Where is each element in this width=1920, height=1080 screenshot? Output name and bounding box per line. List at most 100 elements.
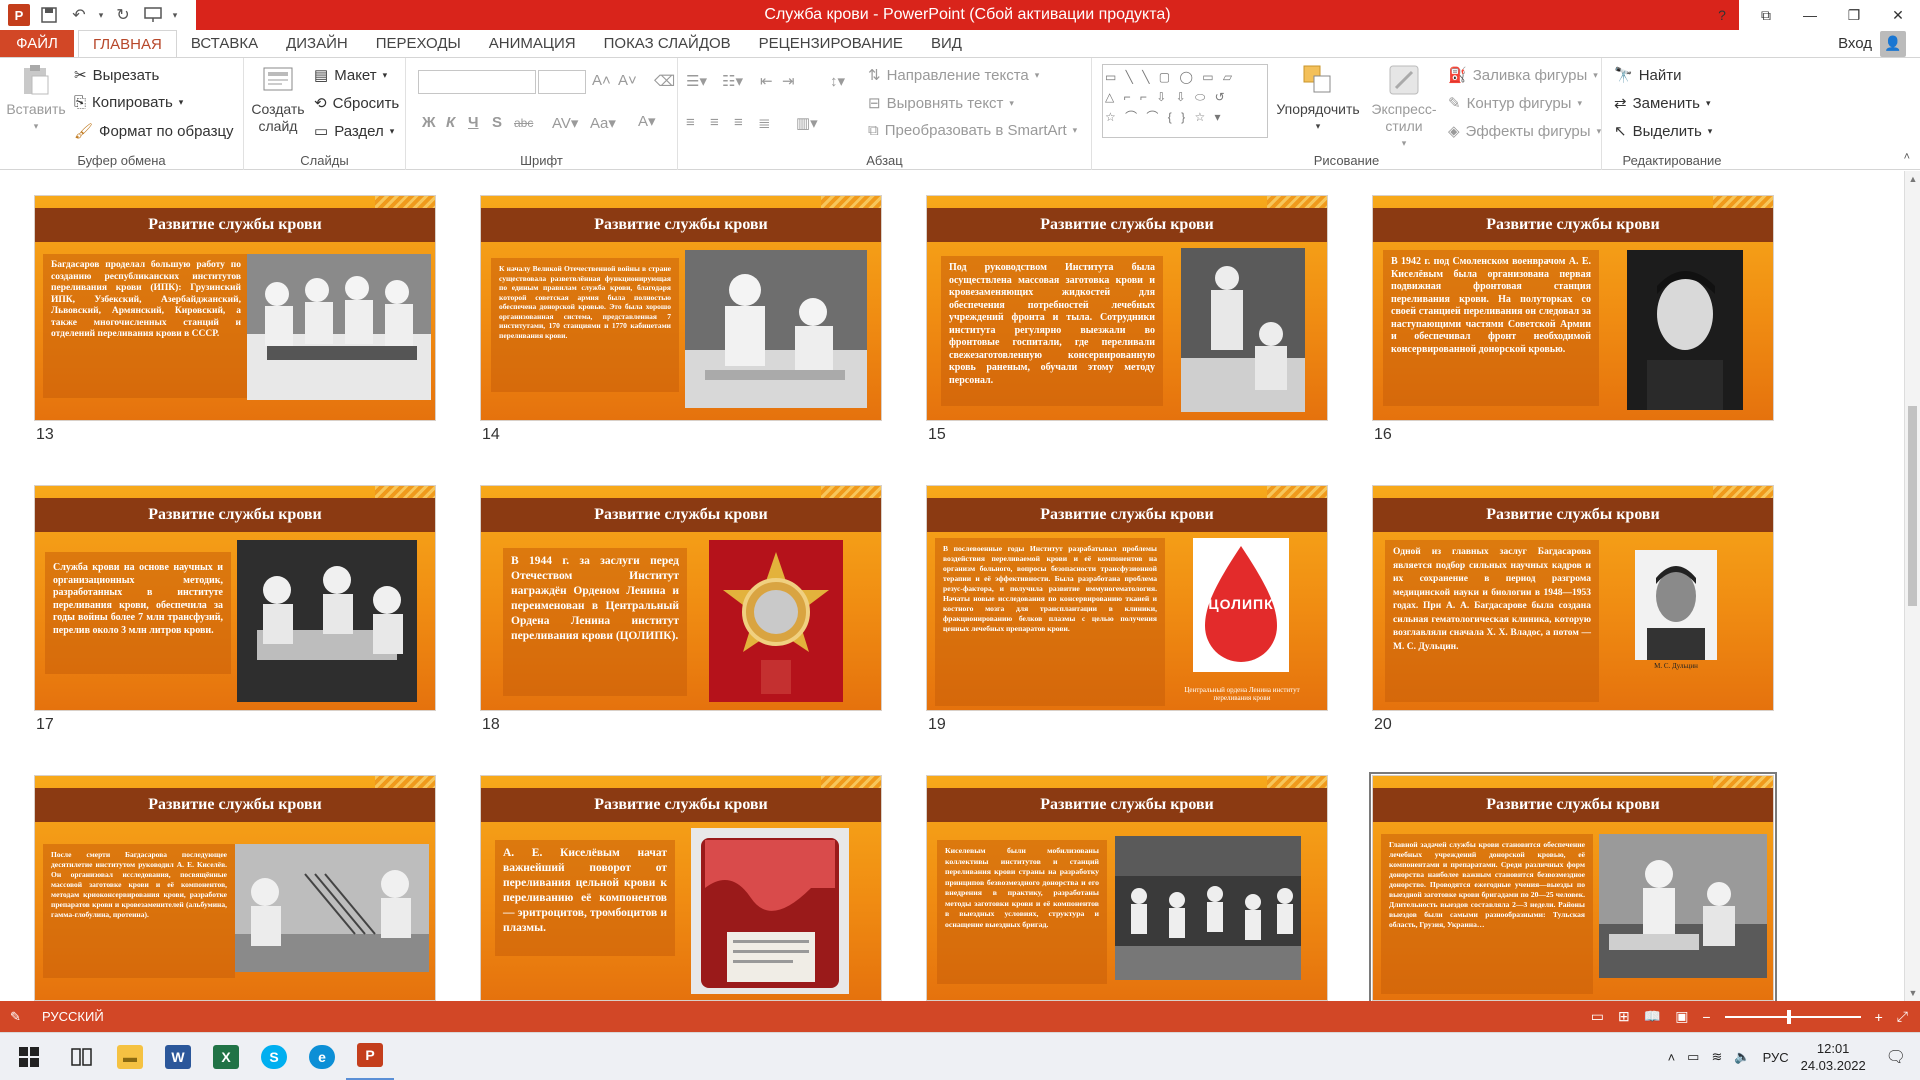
reset-button[interactable]: ⟲ Сбросить	[314, 94, 399, 113]
grow-font-icon[interactable]: A˄	[592, 72, 611, 89]
save-icon[interactable]	[36, 3, 62, 27]
find-button[interactable]: 🔭 Найти	[1614, 66, 1682, 85]
tab-animation[interactable]: АНИМАЦИЯ	[475, 30, 590, 57]
align-right-icon[interactable]: ≡	[734, 114, 743, 131]
slide-thumbnail[interactable]: Развитие службы крови Под руководством И…	[926, 195, 1328, 421]
shape-outline-button[interactable]: ✎ Контур фигуры ▾	[1448, 94, 1582, 113]
slide-thumbnail[interactable]: Развитие службы крови В 1944 г. за заслу…	[480, 485, 882, 711]
excel-icon[interactable]: X	[202, 1033, 250, 1080]
numbering-icon[interactable]: ☷▾	[722, 72, 743, 90]
align-left-icon[interactable]: ≡	[686, 114, 695, 131]
powerpoint-app-icon[interactable]: P	[6, 3, 32, 27]
justify-icon[interactable]: ≣	[758, 114, 771, 132]
tab-insert[interactable]: ВСТАВКА	[177, 30, 272, 57]
battery-icon[interactable]: ▭	[1687, 1049, 1699, 1065]
shape-effects-button[interactable]: ◈ Эффекты фигуры ▾	[1448, 122, 1601, 141]
tab-design[interactable]: ДИЗАЙН	[272, 30, 362, 57]
char-spacing-icon[interactable]: AV▾	[552, 114, 578, 132]
close-button[interactable]: ✕	[1876, 0, 1920, 30]
collapse-ribbon-icon[interactable]: ˄	[1904, 151, 1910, 163]
scroll-down-icon[interactable]: ▼	[1905, 985, 1920, 1001]
vertical-scrollbar[interactable]: ▲ ▼	[1904, 171, 1920, 1001]
columns-icon[interactable]: ▥▾	[796, 114, 818, 132]
layout-button[interactable]: ▤ Макет ▾	[314, 66, 387, 85]
notifications-icon[interactable]: 🗨	[1886, 1047, 1906, 1067]
slide-thumbnail[interactable]: Развитие службы крови Одной из главных з…	[1372, 485, 1774, 711]
zoom-out-icon[interactable]: −	[1702, 1009, 1710, 1025]
slide-sorter-view-icon[interactable]: ⊞	[1618, 1008, 1630, 1025]
align-center-icon[interactable]: ≡	[710, 114, 719, 131]
increase-indent-icon[interactable]: ⇥	[782, 72, 795, 90]
text-direction-button[interactable]: ⇅ Направление текста ▾	[868, 66, 1039, 85]
arrange-button[interactable]: Упорядочить ▾	[1270, 62, 1366, 135]
file-explorer-icon[interactable]: ▬	[106, 1033, 154, 1080]
scrollbar-thumb[interactable]	[1908, 406, 1917, 606]
copy-button[interactable]: ⎘ Копировать ▾	[74, 94, 183, 111]
shape-fill-button[interactable]: ⛽ Заливка фигуры ▾	[1448, 66, 1598, 85]
task-view-icon[interactable]	[58, 1033, 106, 1080]
undo-dropdown-icon[interactable]: ▾	[96, 3, 106, 27]
smartart-button[interactable]: ⧉ Преобразовать в SmartArt ▾	[868, 122, 1077, 139]
zoom-in-icon[interactable]: +	[1875, 1009, 1883, 1025]
replace-button[interactable]: ⇄ Заменить ▾	[1614, 94, 1711, 113]
normal-view-icon[interactable]: ▭	[1591, 1008, 1604, 1025]
minimize-button[interactable]: —	[1788, 0, 1832, 30]
slide-thumbnail[interactable]: Развитие службы крови В послевоенные год…	[926, 485, 1328, 711]
italic-button[interactable]: К	[446, 114, 455, 131]
tab-slideshow[interactable]: ПОКАЗ СЛАЙДОВ	[590, 30, 745, 57]
reading-view-icon[interactable]: 📖	[1644, 1008, 1661, 1025]
cut-button[interactable]: ✂ Вырезать	[74, 66, 159, 85]
slide-thumbnail[interactable]: Развитие службы крови После смерти Багда…	[34, 775, 436, 1001]
tab-view[interactable]: ВИД	[917, 30, 976, 57]
clock[interactable]: 12:01 24.03.2022	[1801, 1040, 1866, 1074]
wifi-icon[interactable]: ≋	[1711, 1049, 1722, 1065]
ribbon-display-button[interactable]: ⧉	[1744, 0, 1788, 30]
section-button[interactable]: ▭ Раздел ▾	[314, 122, 394, 141]
scroll-up-icon[interactable]: ▲	[1905, 171, 1920, 187]
font-size-input[interactable]	[538, 70, 586, 94]
tray-chevron-icon[interactable]: ˄	[1668, 1050, 1676, 1065]
language-status[interactable]: РУССКИЙ	[42, 1009, 104, 1024]
slide-thumbnail[interactable]: Развитие службы крови К началу Великой О…	[480, 195, 882, 421]
powerpoint-taskbar-icon[interactable]: P	[346, 1033, 394, 1080]
windows-start-icon[interactable]	[0, 1033, 58, 1080]
select-button[interactable]: ↖ Выделить ▾	[1614, 122, 1712, 141]
align-text-button[interactable]: ⊟ Выровнять текст ▾	[868, 94, 1014, 113]
bold-button[interactable]: Ж	[422, 114, 436, 131]
strikethrough-icon[interactable]: abc	[514, 116, 533, 130]
tab-file[interactable]: ФАЙЛ	[0, 30, 74, 57]
keyboard-language[interactable]: РУС	[1763, 1050, 1789, 1065]
shrink-font-icon[interactable]: A˅	[618, 72, 637, 89]
skype-icon[interactable]: S	[250, 1033, 298, 1080]
fit-to-window-icon[interactable]: ⤢	[1897, 1008, 1908, 1025]
edge-icon[interactable]: e	[298, 1033, 346, 1080]
slide-thumbnail[interactable]: Развитие службы крови Служба крови на ос…	[34, 485, 436, 711]
format-painter-button[interactable]: 🖌 Формат по образцу	[74, 122, 234, 141]
undo-icon[interactable]: ↶	[66, 3, 92, 27]
slideshow-view-icon[interactable]: ▣	[1675, 1008, 1688, 1025]
font-name-input[interactable]	[418, 70, 536, 94]
present-icon[interactable]	[140, 3, 166, 27]
tab-review[interactable]: РЕЦЕНЗИРОВАНИЕ	[745, 30, 917, 57]
slide-thumbnail-selected[interactable]: Развитие службы крови Главной задачей сл…	[1369, 772, 1777, 1001]
quick-styles-button[interactable]: Экспресс-стили ▾	[1364, 62, 1444, 152]
spellcheck-icon[interactable]: ✎	[10, 1009, 21, 1025]
shadow-button[interactable]: S	[492, 114, 502, 131]
redo-icon[interactable]: ↻	[110, 3, 136, 27]
slide-thumbnail[interactable]: Развитие службы крови А. Е. Киселёвым на…	[480, 775, 882, 1001]
font-color-icon[interactable]: A▾	[638, 112, 656, 130]
paste-button[interactable]: Вставить ▾	[6, 62, 66, 135]
slide-thumbnail[interactable]: Развитие службы крови Багдасаров продела…	[34, 195, 436, 421]
change-case-icon[interactable]: Aa▾	[590, 114, 616, 132]
tab-home[interactable]: ГЛАВНАЯ	[78, 30, 177, 57]
sign-in-link[interactable]: Вход	[1838, 35, 1872, 52]
clear-formatting-icon[interactable]: ⌫	[654, 72, 675, 90]
slide-thumbnail[interactable]: Развитие службы крови В 1942 г. под Смол…	[1372, 195, 1774, 421]
line-spacing-icon[interactable]: ↕▾	[830, 72, 845, 90]
volume-icon[interactable]: 🔈	[1734, 1049, 1750, 1065]
decrease-indent-icon[interactable]: ⇤	[760, 72, 773, 90]
underline-button[interactable]: Ч	[468, 114, 479, 131]
slide-thumbnail[interactable]: Развитие службы крови Киселевым были моб…	[926, 775, 1328, 1001]
word-icon[interactable]: W	[154, 1033, 202, 1080]
customize-toolbar-icon[interactable]: ▾	[170, 3, 180, 27]
